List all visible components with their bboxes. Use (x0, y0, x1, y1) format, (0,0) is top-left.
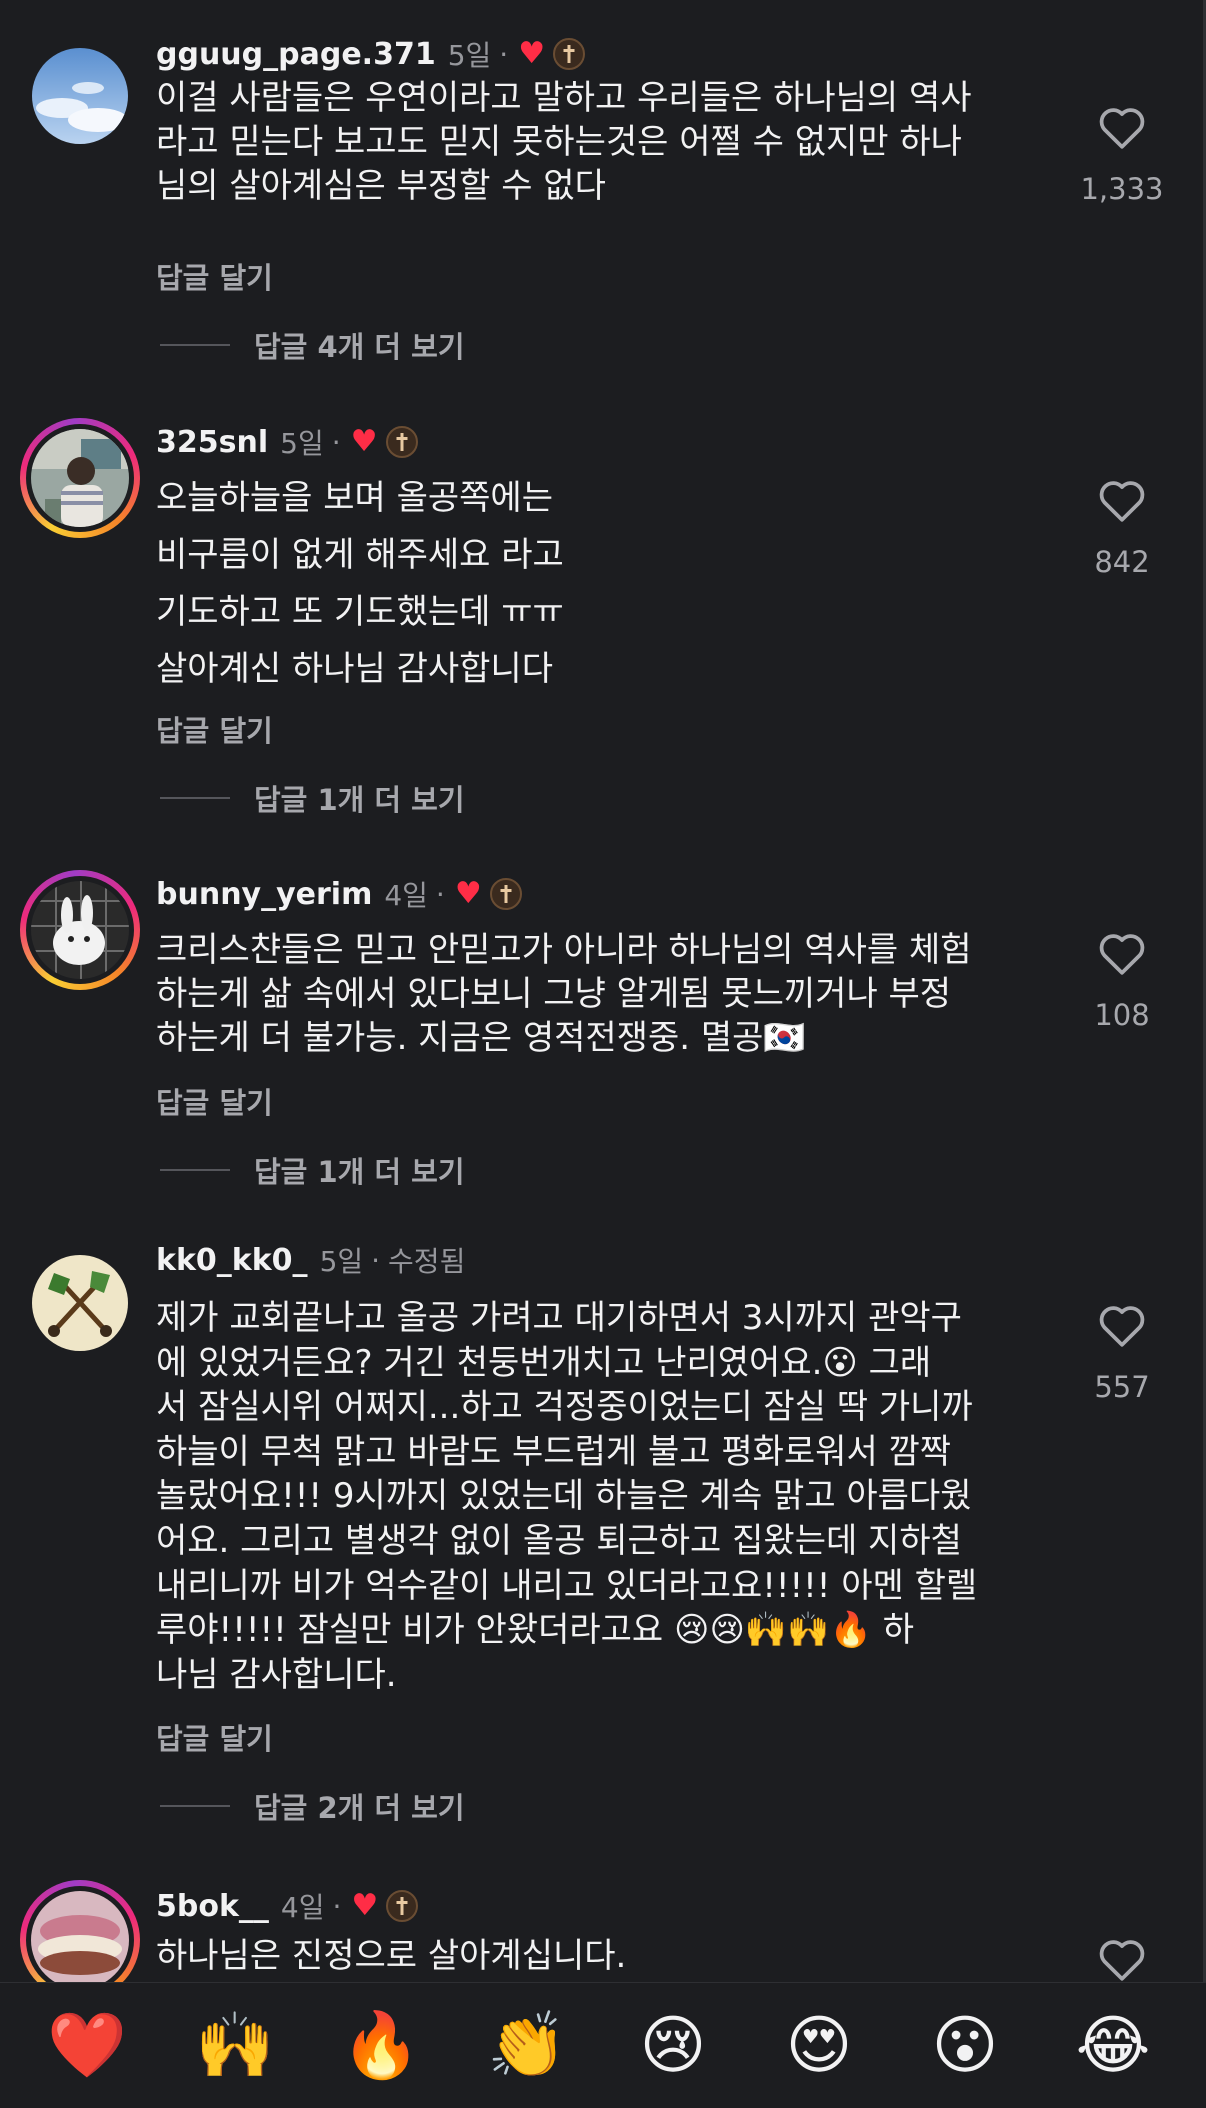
view-replies-label: 답글 1개 더 보기 (254, 1155, 465, 1189)
reply-button[interactable]: 답글 달기 (156, 1716, 273, 1758)
emoji-raised-hands-button[interactable]: 🙌 (190, 2001, 280, 2091)
divider-line (160, 1169, 230, 1171)
comment-meta: kk0_kk0_ 5일 · 수정됨 (156, 1238, 465, 1282)
avatar-ring-gap (26, 1886, 134, 1994)
heart-outline-icon[interactable] (1097, 104, 1147, 150)
separator-dot: · (332, 1889, 342, 1923)
view-replies-button[interactable]: 답글 4개 더 보기 (160, 325, 465, 365)
separator-dot: · (499, 37, 509, 71)
cross-badge-icon (553, 38, 586, 70)
view-replies-label: 답글 1개 더 보기 (254, 783, 465, 817)
separator-dot: · (435, 877, 445, 911)
avatar[interactable] (31, 881, 129, 979)
timestamp: 5일 (280, 427, 324, 460)
view-replies-label: 답글 4개 더 보기 (254, 330, 465, 364)
comment-text: 하나님은 진정으로 살아계십니다. (156, 1936, 627, 1976)
like-column: 1,333 (1080, 104, 1164, 206)
timestamp: 5일 (319, 1245, 364, 1278)
timestamp: 4일 (280, 1891, 325, 1924)
username[interactable]: 325snl (156, 425, 268, 460)
avatar-wrap[interactable] (20, 36, 140, 156)
cross-badge-icon (489, 878, 522, 910)
emoji-fire-button[interactable]: 🔥 (336, 2001, 426, 2091)
avatar-ring-gap (26, 424, 134, 532)
heart-outline-icon[interactable] (1097, 477, 1147, 523)
like-count: 842 (1094, 545, 1150, 579)
heart-outline-icon[interactable] (1097, 1936, 1147, 1982)
reply-button[interactable]: 답글 달기 (156, 708, 273, 750)
like-count: 1,333 (1080, 172, 1164, 206)
emoji-laughing-button[interactable]: 😂 (1068, 2001, 1158, 2091)
comment-text: 크리스챤들은 믿고 안믿고가 아니라 하나님의 역사를 체험 하는게 삶 속에서… (156, 930, 972, 1058)
comment-meta: bunny_yerim 4일 · ♥ (156, 872, 522, 916)
separator-dot: · (331, 425, 341, 459)
emoji-heart-eyes-button[interactable]: 😍 (774, 2001, 864, 2091)
comment-text: 오늘하늘을 보며 올공쪽에는 비구름이 없게 해주세요 라고 기도하고 또 기도… (156, 478, 564, 689)
emoji-reaction-bar: ❤️ 🙌 🔥 👏 😢 😍 😮 😂 (0, 1982, 1206, 2108)
divider-line (160, 344, 230, 346)
avatar-story-ring[interactable] (20, 870, 140, 990)
avatar[interactable] (32, 48, 128, 144)
avatar[interactable] (32, 1255, 128, 1351)
avatar[interactable] (31, 1891, 129, 1989)
like-column (1085, 1936, 1159, 1982)
emoji-surprised-button[interactable]: 😮 (920, 2001, 1010, 2091)
timestamp: 5일 (447, 39, 492, 72)
avatar-wrap[interactable] (20, 1243, 140, 1363)
divider-line (160, 1805, 230, 1807)
like-column: 842 (1085, 477, 1159, 579)
comment-meta: gguug_page.371 5일 · ♥ (156, 32, 586, 76)
avatar-story-ring[interactable] (20, 418, 140, 538)
cross-badge-icon (386, 1890, 419, 1922)
username[interactable]: 5bok__ (156, 1889, 269, 1924)
like-column: 557 (1085, 1302, 1159, 1404)
view-replies-button[interactable]: 답글 1개 더 보기 (160, 1150, 465, 1190)
divider-line (160, 797, 230, 799)
heart-outline-icon[interactable] (1097, 1302, 1147, 1348)
heart-filled-icon: ♥ (351, 1888, 379, 1923)
emoji-heart-button[interactable]: ❤️ (42, 2001, 132, 2091)
separator-dot: · (371, 1243, 381, 1277)
like-column: 108 (1085, 930, 1159, 1032)
heart-outline-icon[interactable] (1097, 930, 1147, 976)
view-replies-label: 답글 2개 더 보기 (254, 1791, 465, 1825)
username[interactable]: gguug_page.371 (156, 37, 436, 72)
comment-text: 이걸 사람들은 우연이라고 말하고 우리들은 하나님의 역사 라고 믿는다 보고… (156, 78, 972, 206)
username[interactable]: bunny_yerim (156, 877, 372, 912)
view-replies-button[interactable]: 답글 1개 더 보기 (160, 778, 465, 818)
edited-label: 수정됨 (388, 1245, 466, 1278)
heart-filled-icon: ♥ (350, 424, 378, 459)
like-count: 557 (1094, 1370, 1150, 1404)
heart-filled-icon: ♥ (454, 876, 482, 911)
view-replies-button[interactable]: 답글 2개 더 보기 (160, 1786, 465, 1826)
username[interactable]: kk0_kk0_ (156, 1243, 308, 1278)
avatar[interactable] (31, 429, 129, 527)
comment-meta: 325snl 5일 · ♥ (156, 420, 418, 464)
reply-button[interactable]: 답글 달기 (156, 255, 273, 297)
emoji-clap-button[interactable]: 👏 (482, 2001, 572, 2091)
comment-text: 제가 교회끝나고 올공 가려고 대기하면서 3시까지 관악구 에 있었거든요? … (156, 1298, 978, 1695)
comment-meta: 5bok__ 4일 · ♥ (156, 1884, 419, 1928)
timestamp: 4일 (384, 879, 428, 912)
like-count: 108 (1094, 998, 1150, 1032)
heart-filled-icon: ♥ (518, 36, 546, 71)
reply-button[interactable]: 답글 달기 (156, 1080, 273, 1122)
cross-badge-icon (385, 426, 418, 458)
emoji-crying-button[interactable]: 😢 (628, 2001, 718, 2091)
avatar-ring-gap (26, 876, 134, 984)
